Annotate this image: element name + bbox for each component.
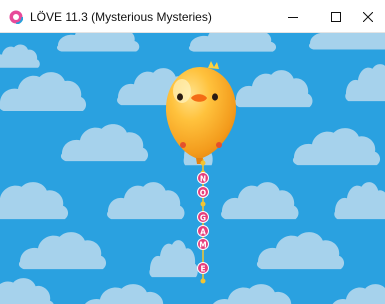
window-title: LÖVE 11.3 (Mysterious Mysteries) (30, 10, 212, 24)
love-logo-icon (9, 10, 23, 24)
maximize-icon (331, 11, 341, 22)
bead-letter: N (200, 175, 206, 184)
game-window: LÖVE 11.3 (Mysterious Mysteries) N O G A… (0, 0, 385, 304)
bead-letter: O (200, 189, 206, 198)
bead-letter: E (200, 265, 205, 274)
close-button[interactable] (349, 0, 385, 33)
title-bar[interactable]: LÖVE 11.3 (Mysterious Mysteries) (0, 0, 385, 33)
game-canvas[interactable]: N O G A M E (0, 33, 385, 304)
minimize-icon (288, 16, 298, 18)
minimize-button[interactable] (274, 0, 312, 33)
bead-letter: M (199, 241, 206, 250)
bead-letter: A (200, 228, 206, 237)
bead-letter: G (200, 214, 206, 223)
close-icon (363, 11, 373, 22)
